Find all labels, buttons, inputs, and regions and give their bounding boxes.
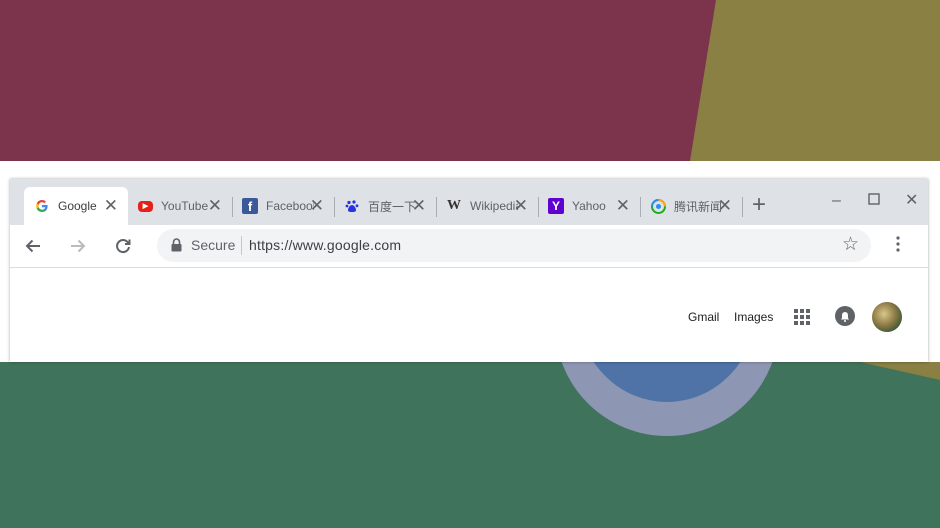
reload-icon[interactable] — [110, 233, 136, 259]
gmail-link[interactable]: Gmail — [688, 310, 719, 324]
back-arrow-icon[interactable] — [20, 233, 46, 259]
tab-yahoo[interactable]: Y Yahoo ✕ — [538, 187, 640, 225]
avatar[interactable] — [872, 302, 902, 332]
tab-tencent[interactable]: 腾讯新闻 ✕ — [640, 187, 742, 225]
maximize-icon[interactable] — [868, 191, 880, 211]
tab-baidu[interactable]: 百度一下 ✕ — [334, 187, 436, 225]
youtube-icon: ▶ — [138, 200, 153, 212]
background-top — [0, 0, 940, 161]
tab-title: 百度一下 — [368, 199, 416, 214]
tab-separator — [742, 197, 743, 217]
tab-google[interactable]: Google ✕ — [24, 187, 128, 225]
url-text[interactable]: https://www.google.com — [249, 237, 401, 253]
background-bottom — [0, 362, 940, 528]
yahoo-icon: Y — [548, 198, 564, 214]
forward-arrow-icon[interactable] — [65, 233, 91, 259]
tab-youtube[interactable]: ▶ YouTube ✕ — [128, 187, 232, 225]
close-icon[interactable]: ✕ — [310, 196, 324, 216]
lock-icon[interactable] — [171, 238, 182, 257]
tab-title: Facebook — [266, 199, 314, 213]
baidu-icon — [344, 198, 360, 214]
secure-label: Secure — [191, 237, 236, 253]
omnibox[interactable]: Secure https://www.google.com ☆ — [157, 229, 871, 262]
tab-facebook[interactable]: f Facebook ✕ — [232, 187, 334, 225]
tab-title: Yahoo — [572, 199, 606, 213]
wikipedia-icon: W — [447, 198, 461, 213]
background-olive-shape — [690, 0, 940, 161]
apps-grid-icon[interactable] — [794, 309, 810, 330]
tab-title: Google — [58, 199, 97, 213]
tab-title: 腾讯新闻 — [674, 199, 722, 214]
close-icon[interactable]: ✕ — [616, 196, 630, 216]
close-icon[interactable]: ✕ — [718, 196, 732, 216]
tab-title: Wikipedia — [470, 199, 518, 213]
close-icon[interactable]: ✕ — [514, 196, 528, 216]
tab-wikipedia[interactable]: W Wikipedia ✕ — [436, 187, 538, 225]
minimize-icon[interactable]: – — [832, 191, 841, 211]
notifications-bell-icon[interactable] — [835, 306, 855, 326]
tab-title: YouTube — [161, 199, 209, 213]
close-icon[interactable]: ✕ — [104, 196, 118, 216]
close-icon[interactable]: ✕ — [412, 196, 426, 216]
google-g-icon — [34, 198, 50, 214]
bookmark-star-icon[interactable]: ☆ — [842, 235, 859, 255]
page-content: Gmail Images — [10, 269, 928, 362]
close-icon[interactable]: ✕ — [208, 196, 222, 216]
tab-strip: Google ✕ ▶ YouTube ✕ f Facebook ✕ 百度一下 ✕… — [10, 179, 928, 225]
images-link[interactable]: Images — [734, 310, 773, 324]
tencent-icon — [650, 198, 666, 214]
background-olive-corner — [860, 362, 940, 380]
new-tab-plus-icon[interactable]: + — [752, 193, 766, 217]
browser-band: Google ✕ ▶ YouTube ✕ f Facebook ✕ 百度一下 ✕… — [0, 161, 940, 362]
browser-window: Google ✕ ▶ YouTube ✕ f Facebook ✕ 百度一下 ✕… — [10, 179, 928, 362]
omnibox-divider — [241, 236, 242, 255]
facebook-icon: f — [242, 198, 258, 214]
window-close-icon[interactable]: ✕ — [905, 191, 918, 211]
toolbar: Secure https://www.google.com ☆ — [10, 225, 928, 268]
kebab-menu-icon[interactable] — [895, 235, 901, 258]
